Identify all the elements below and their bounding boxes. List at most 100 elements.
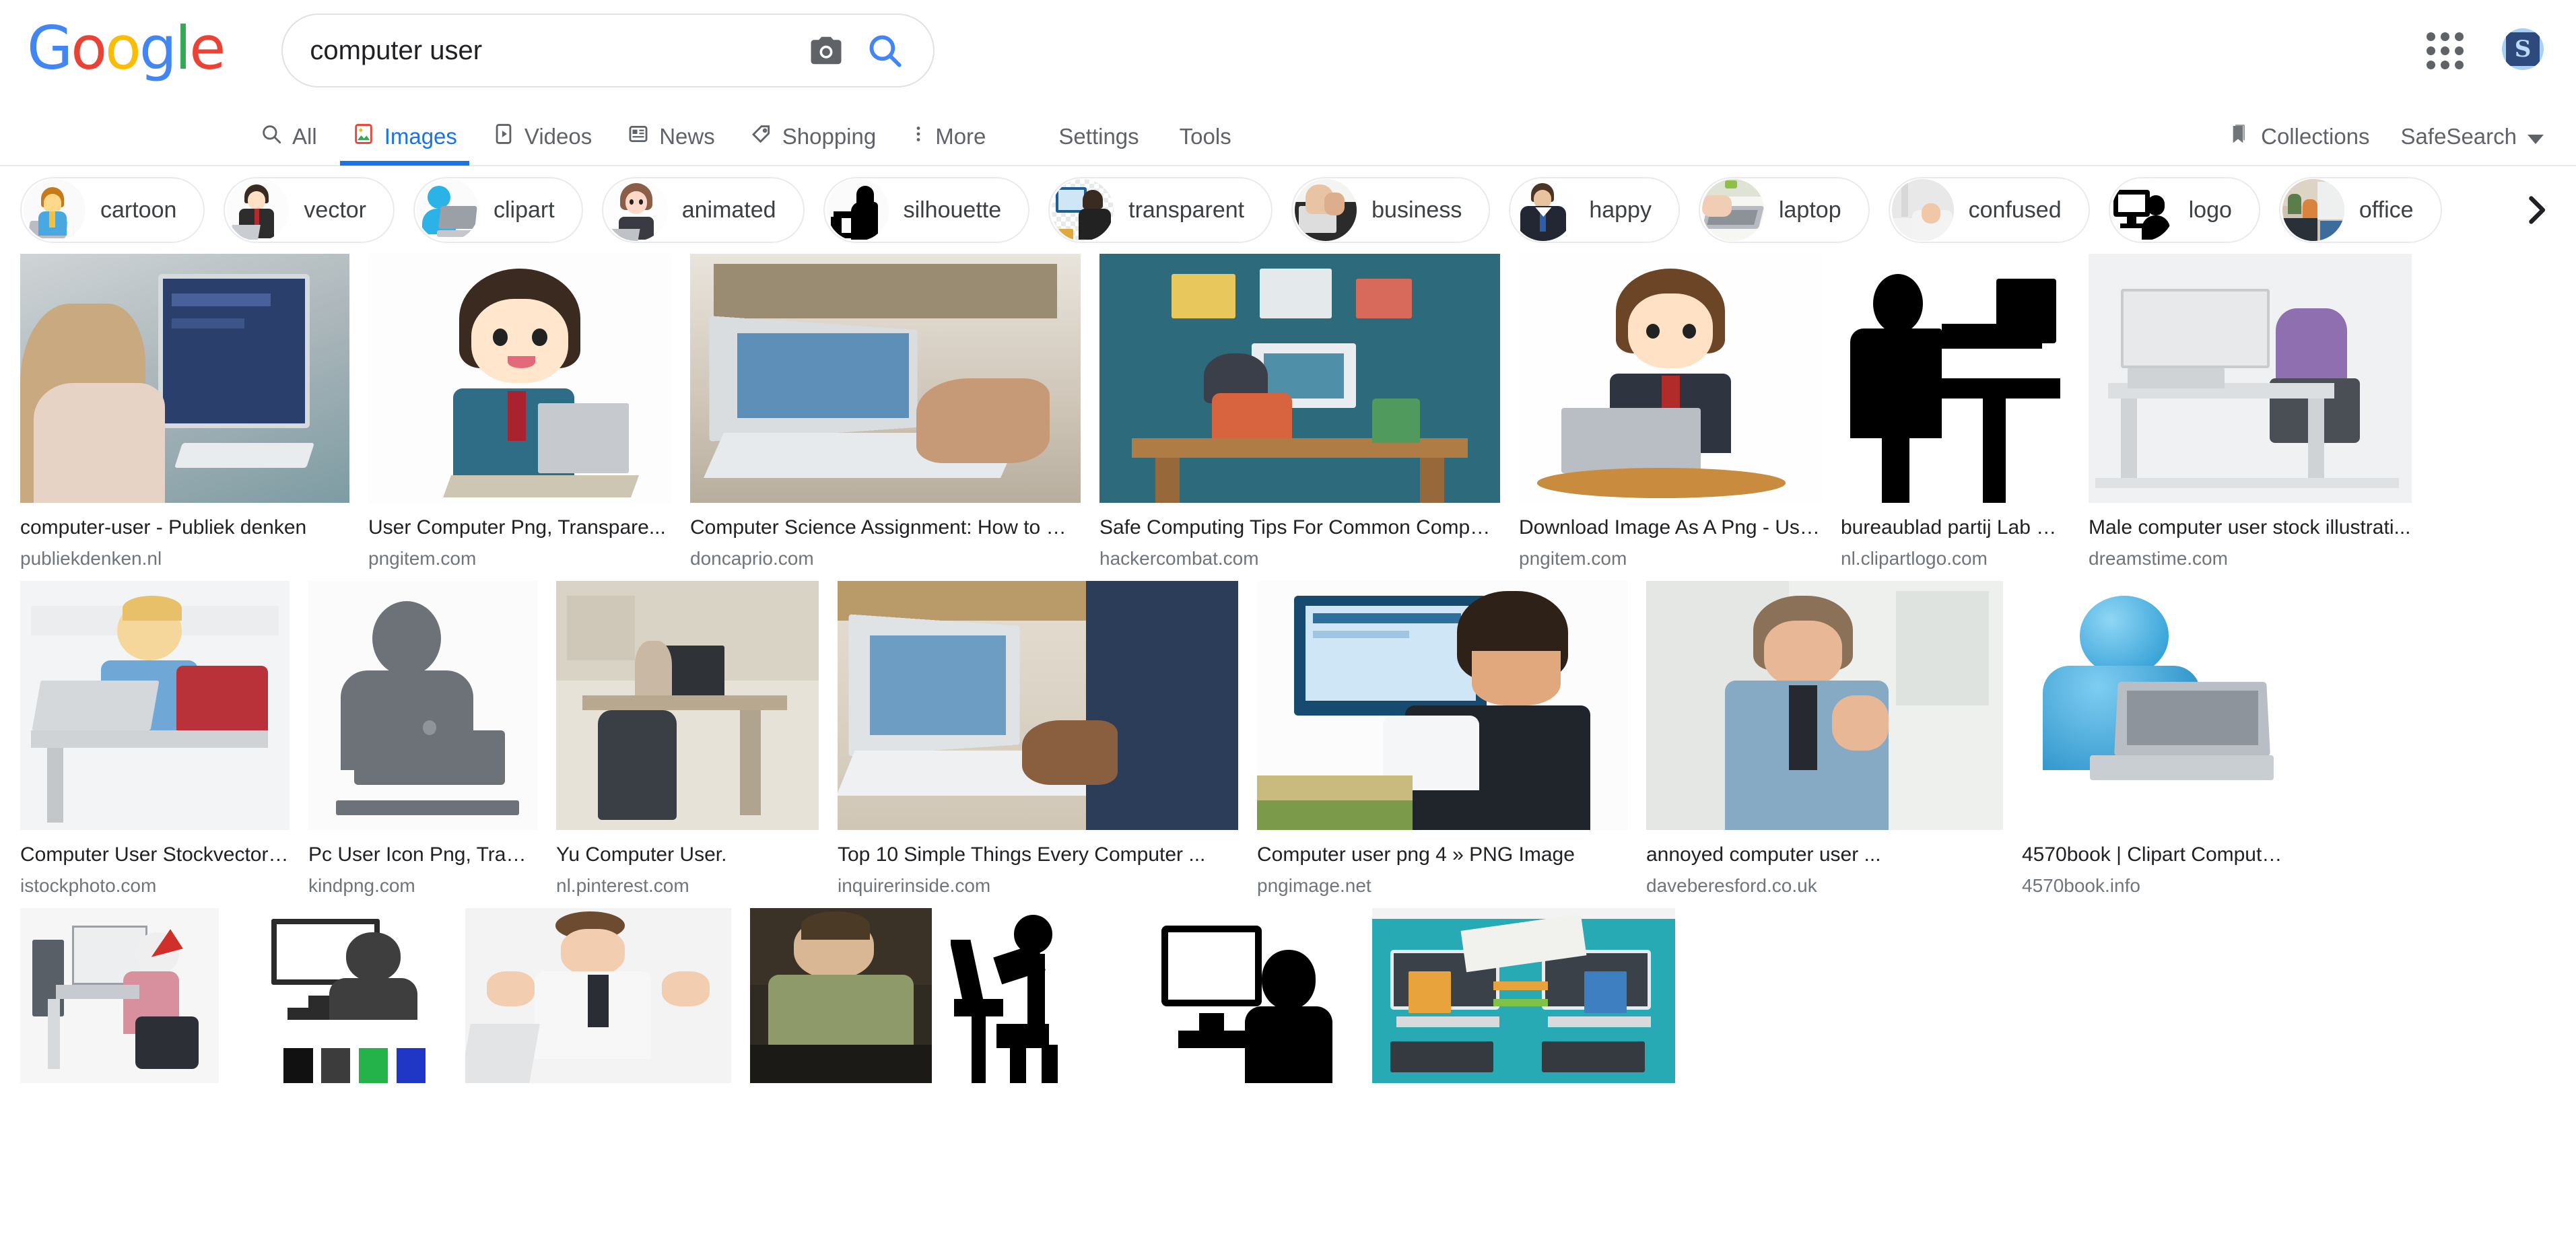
result-title[interactable]: User Computer Png, Transpare... bbox=[368, 515, 671, 541]
result-title[interactable]: computer-user - Publiek denken bbox=[20, 515, 349, 541]
result-title[interactable]: annoyed computer user ... bbox=[1646, 842, 2003, 868]
result-thumbnail[interactable] bbox=[2022, 581, 2284, 830]
image-result-tile[interactable]: 4570book | Clipart Computer User Ic... 4… bbox=[2022, 581, 2284, 899]
chips-scroller[interactable]: cartoon vector clipart animated silhouet… bbox=[0, 166, 2576, 254]
result-domain[interactable]: pngimage.net bbox=[1257, 873, 1627, 899]
result-title[interactable]: Computer Science Assignment: How to Do .… bbox=[690, 515, 1081, 541]
result-domain[interactable]: pngitem.com bbox=[368, 546, 671, 572]
tab-shopping[interactable]: Shopping bbox=[733, 108, 893, 166]
result-domain[interactable]: publiekdenken.nl bbox=[20, 546, 349, 572]
result-domain[interactable]: dreamstime.com bbox=[2089, 546, 2412, 572]
result-domain[interactable]: doncaprio.com bbox=[690, 546, 1081, 572]
result-domain[interactable]: hackercombat.com bbox=[1099, 546, 1500, 572]
result-title[interactable]: Top 10 Simple Things Every Computer ... bbox=[838, 842, 1238, 868]
result-thumbnail[interactable] bbox=[238, 908, 446, 1083]
result-domain[interactable]: istockphoto.com bbox=[20, 873, 290, 899]
result-title[interactable]: Safe Computing Tips For Common Compute..… bbox=[1099, 515, 1500, 541]
camera-icon[interactable] bbox=[803, 27, 850, 74]
image-result-tile[interactable]: annoyed computer user ... daveberesford.… bbox=[1646, 581, 2003, 899]
result-thumbnail[interactable] bbox=[1257, 581, 1627, 830]
tab-images[interactable]: Images bbox=[335, 108, 475, 166]
image-result-tile[interactable]: Male computer user stock illustrati... d… bbox=[2089, 254, 2412, 572]
result-thumbnail[interactable] bbox=[556, 581, 819, 830]
result-domain[interactable]: kindpng.com bbox=[308, 873, 537, 899]
search-input[interactable] bbox=[283, 35, 803, 66]
search-submit-icon[interactable] bbox=[859, 25, 910, 76]
image-result-tile[interactable]: Safe Computing Tips For Common Compute..… bbox=[1099, 254, 1500, 572]
chip-animated[interactable]: animated bbox=[601, 177, 805, 243]
result-thumbnail[interactable] bbox=[1646, 581, 2003, 830]
result-thumbnail[interactable] bbox=[1519, 254, 1822, 503]
result-thumbnail[interactable] bbox=[750, 908, 932, 1083]
result-thumbnail[interactable] bbox=[20, 254, 349, 503]
tools-link[interactable]: Tools bbox=[1159, 108, 1252, 166]
chip-vector[interactable]: vector bbox=[224, 177, 395, 243]
result-domain[interactable]: nl.clipartlogo.com bbox=[1841, 546, 2070, 572]
result-title[interactable]: Yu Computer User. bbox=[556, 842, 819, 868]
result-domain[interactable]: daveberesford.co.uk bbox=[1646, 873, 2003, 899]
image-result-tile[interactable]: Top 10 Simple Things Every Computer ... … bbox=[838, 581, 1238, 899]
result-thumbnail[interactable] bbox=[465, 908, 731, 1083]
result-title[interactable]: Computer User Stockvectorkun... bbox=[20, 842, 290, 868]
chip-cartoon[interactable]: cartoon bbox=[20, 177, 205, 243]
image-result-tile[interactable]: Computer user png 4 » PNG Image pngimage… bbox=[1257, 581, 1627, 899]
result-thumbnail[interactable] bbox=[1372, 908, 1675, 1083]
result-domain[interactable]: pngitem.com bbox=[1519, 546, 1822, 572]
result-title[interactable]: Pc User Icon Png, Transpare... bbox=[308, 842, 537, 868]
image-result-tile[interactable] bbox=[1145, 908, 1353, 1083]
google-logo[interactable]: Google bbox=[27, 19, 226, 78]
image-result-tile[interactable]: Pc User Icon Png, Transpare... kindpng.c… bbox=[308, 581, 537, 899]
settings-link[interactable]: Settings bbox=[1038, 108, 1159, 166]
image-result-tile[interactable] bbox=[951, 908, 1126, 1083]
result-domain[interactable]: nl.pinterest.com bbox=[556, 873, 819, 899]
result-title[interactable]: 4570book | Clipart Computer User Ic... bbox=[2022, 842, 2284, 868]
image-result-tile[interactable] bbox=[465, 908, 731, 1083]
result-title[interactable]: Male computer user stock illustrati... bbox=[2089, 515, 2412, 541]
result-title[interactable]: Computer user png 4 » PNG Image bbox=[1257, 842, 1627, 868]
result-thumbnail[interactable] bbox=[951, 908, 1126, 1083]
tab-news[interactable]: News bbox=[609, 108, 733, 166]
result-thumbnail[interactable] bbox=[690, 254, 1081, 503]
image-result-tile[interactable] bbox=[1372, 908, 1675, 1083]
chip-office[interactable]: office bbox=[2278, 177, 2442, 243]
safesearch-button[interactable]: SafeSearch bbox=[2401, 124, 2544, 149]
chip-laptop[interactable]: laptop bbox=[1698, 177, 1870, 243]
result-thumbnail[interactable] bbox=[2089, 254, 2412, 503]
image-result-tile[interactable]: Download Image As A Png - User... pngite… bbox=[1519, 254, 1822, 572]
result-thumbnail[interactable] bbox=[1841, 254, 2070, 503]
tab-all[interactable]: All bbox=[242, 108, 335, 166]
image-result-tile[interactable]: computer-user - Publiek denken publiekde… bbox=[20, 254, 349, 572]
tab-more[interactable]: More bbox=[893, 108, 1003, 166]
result-title[interactable]: bureaublad partij Lab Pict... bbox=[1841, 515, 2070, 541]
image-result-tile[interactable] bbox=[238, 908, 446, 1083]
image-result-tile[interactable]: Computer Science Assignment: How to Do .… bbox=[690, 254, 1081, 572]
chip-confused[interactable]: confused bbox=[1888, 177, 2090, 243]
result-thumbnail[interactable] bbox=[308, 581, 537, 830]
result-thumbnail[interactable] bbox=[368, 254, 671, 503]
chips-next-button[interactable] bbox=[2495, 166, 2576, 254]
image-result-tile[interactable] bbox=[750, 908, 932, 1083]
image-result-tile[interactable]: Computer User Stockvectorkun... istockph… bbox=[20, 581, 290, 899]
search-box[interactable] bbox=[281, 13, 935, 88]
chip-silhouette[interactable]: silhouette bbox=[823, 177, 1030, 243]
chip-logo[interactable]: logo bbox=[2108, 177, 2260, 243]
result-thumbnail[interactable] bbox=[838, 581, 1238, 830]
account-avatar[interactable]: S bbox=[2502, 28, 2544, 70]
image-result-tile[interactable]: bureaublad partij Lab Pict... nl.clipart… bbox=[1841, 254, 2070, 572]
image-result-tile[interactable] bbox=[20, 908, 219, 1083]
chip-transparent[interactable]: transparent bbox=[1048, 177, 1273, 243]
image-result-tile[interactable]: User Computer Png, Transpare... pngitem.… bbox=[368, 254, 671, 572]
result-domain[interactable]: inquirerinside.com bbox=[838, 873, 1238, 899]
result-thumbnail[interactable] bbox=[1099, 254, 1500, 503]
collections-button[interactable]: Collections bbox=[2229, 123, 2370, 151]
chip-clipart[interactable]: clipart bbox=[413, 177, 583, 243]
chip-business[interactable]: business bbox=[1291, 177, 1491, 243]
result-title[interactable]: Download Image As A Png - User... bbox=[1519, 515, 1822, 541]
image-result-tile[interactable]: Yu Computer User. nl.pinterest.com bbox=[556, 581, 819, 899]
result-thumbnail[interactable] bbox=[20, 908, 219, 1083]
tab-videos[interactable]: Videos bbox=[475, 108, 609, 166]
result-domain[interactable]: 4570book.info bbox=[2022, 873, 2284, 899]
result-thumbnail[interactable] bbox=[1145, 908, 1353, 1083]
result-thumbnail[interactable] bbox=[20, 581, 290, 830]
apps-grid-icon[interactable] bbox=[2422, 28, 2464, 70]
